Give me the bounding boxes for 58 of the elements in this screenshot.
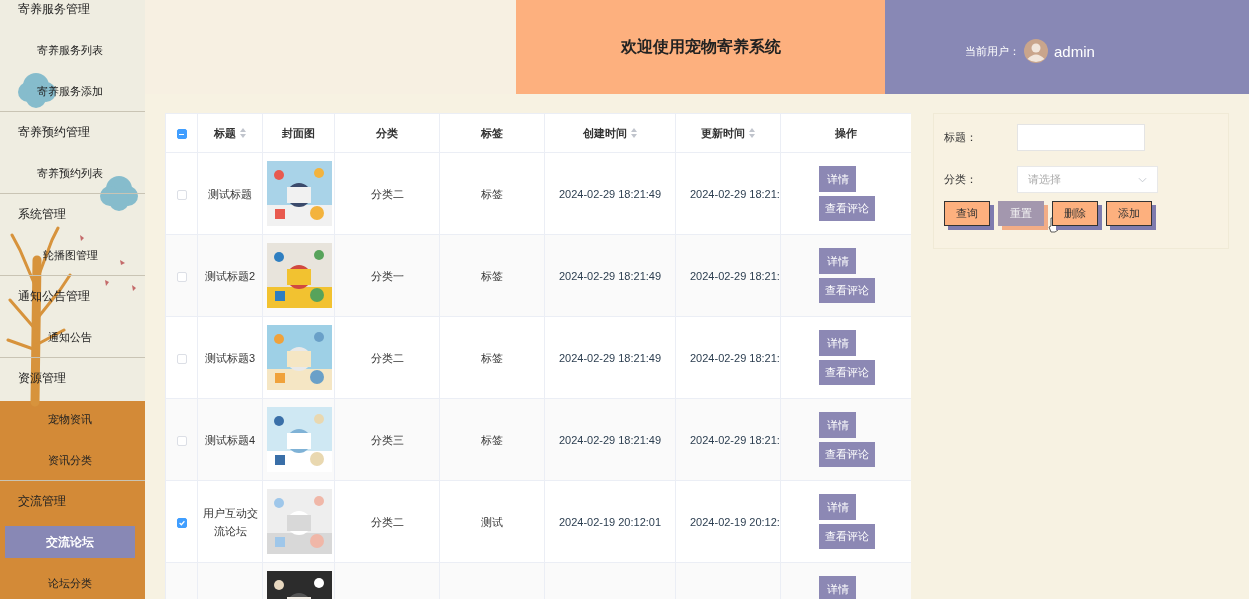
comments-button[interactable]: 查看评论 bbox=[819, 442, 875, 467]
tag-cell-text: 标签 bbox=[480, 186, 504, 202]
category-cell-text: 分类二 bbox=[369, 186, 405, 202]
column-header: 标签 bbox=[481, 125, 503, 141]
username: admin bbox=[1054, 42, 1095, 60]
category-cell-text: 分类二 bbox=[369, 350, 405, 366]
comments-button[interactable]: 查看评论 bbox=[819, 360, 875, 385]
category-cell-text: 分类三 bbox=[369, 432, 405, 448]
menu-group-title[interactable]: 寄养服务管理 bbox=[0, 0, 145, 29]
title-cell-text: 测试标题 bbox=[207, 186, 253, 202]
field-label: 分类： bbox=[944, 172, 978, 187]
comments-button[interactable]: 查看评论 bbox=[819, 196, 875, 221]
menu-item[interactable]: 资讯分类 bbox=[5, 443, 135, 476]
tag-cell-text: 标签 bbox=[480, 268, 504, 284]
tag-cell-text: 测试 bbox=[480, 514, 504, 530]
details-button[interactable]: 详情 bbox=[819, 248, 856, 274]
menu-item[interactable]: 寄养预约列表 bbox=[5, 156, 135, 189]
field-label: 标题： bbox=[944, 130, 978, 145]
menu-item[interactable]: 论坛分类 bbox=[5, 566, 135, 599]
comments-button[interactable]: 查看评论 bbox=[819, 278, 875, 303]
menu-group-title[interactable]: 交流管理 bbox=[0, 481, 145, 521]
date-cell: 2024-02-29 18:21: bbox=[690, 269, 780, 282]
title-cell-text: 测试标题4 bbox=[203, 432, 257, 448]
date-cell: 2024-02-19 20:12: bbox=[690, 515, 780, 528]
date-cell: 2024-02-29 18:21: bbox=[690, 351, 780, 364]
date-cell: 2024-02-29 18:21:49 bbox=[558, 433, 662, 446]
user-label: 当前用户： bbox=[965, 43, 1020, 59]
date-cell: 2024-02-29 18:21:49 bbox=[558, 269, 662, 282]
column-header: 操作 bbox=[835, 125, 857, 141]
date-cell: 2024-02-29 18:21:49 bbox=[558, 187, 662, 200]
details-button[interactable]: 详情 bbox=[819, 166, 856, 192]
menu-item[interactable]: 寄养服务列表 bbox=[5, 33, 135, 66]
category-cell-text: 分类一 bbox=[369, 268, 405, 284]
column-header: 封面图 bbox=[282, 125, 315, 141]
tag-cell-text: 标签 bbox=[480, 432, 504, 448]
date-cell: 2024-02-19 20:12:01 bbox=[558, 515, 662, 528]
details-button[interactable]: 详情 bbox=[819, 412, 856, 438]
menu-item[interactable]: 交流论坛 bbox=[5, 525, 135, 558]
column-header: 更新时间 bbox=[701, 125, 745, 141]
date-cell: 2024-02-29 18:21:49 bbox=[558, 351, 662, 364]
column-header: 标题 bbox=[214, 125, 236, 141]
title-cell-text: 测试标题2 bbox=[203, 268, 257, 284]
column-header: 创建时间 bbox=[583, 125, 627, 141]
comments-button[interactable]: 查看评论 bbox=[819, 524, 875, 549]
details-button[interactable]: 详情 bbox=[819, 494, 856, 520]
app-title: 欢迎使用宠物寄养系统 bbox=[620, 36, 781, 57]
tag-cell-text: 标签 bbox=[480, 350, 504, 366]
menu-item[interactable]: 宠物资讯 bbox=[5, 402, 135, 435]
menu-group-title[interactable]: 寄养预约管理 bbox=[0, 112, 145, 152]
column-header: 分类 bbox=[376, 125, 398, 141]
details-button[interactable]: 详情 bbox=[819, 330, 856, 356]
date-cell: 2024-02-29 18:21: bbox=[690, 433, 780, 446]
date-cell: 2024-02-29 18:21: bbox=[690, 187, 780, 200]
category-cell-text: 分类二 bbox=[369, 514, 405, 530]
title-cell-text: 用户互动交流论坛 bbox=[201, 505, 259, 539]
details-button[interactable]: 详情 bbox=[819, 576, 856, 599]
menu-group-title[interactable]: 系统管理 bbox=[0, 194, 145, 234]
title-cell-text: 测试标题3 bbox=[203, 350, 257, 366]
